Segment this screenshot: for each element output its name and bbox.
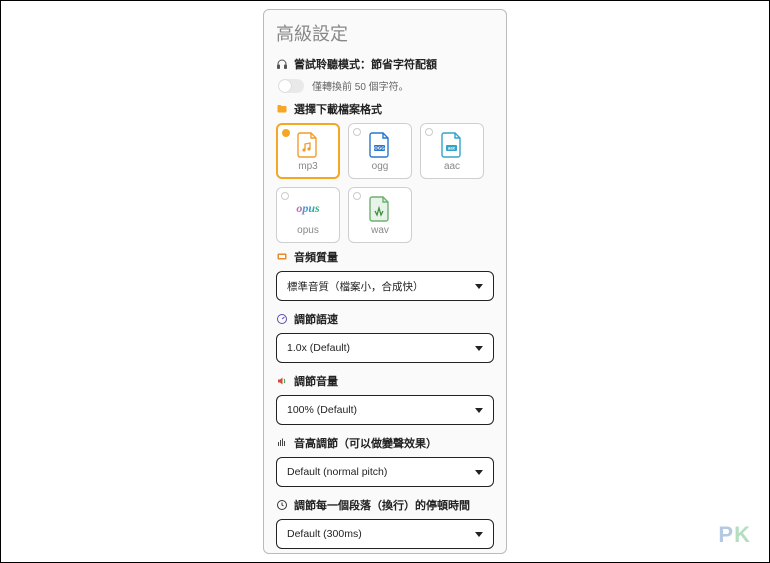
volume-row: 調節音量	[276, 373, 494, 389]
speed-row: 調節語速	[276, 311, 494, 327]
format-section-row: 選擇下載檔案格式	[276, 101, 494, 117]
volume-dropdown[interactable]: 100% (Default)	[276, 395, 494, 425]
format-label-opus: opus	[297, 225, 319, 236]
headphones-icon	[276, 58, 288, 70]
quality-label: 音頻質量	[294, 249, 338, 265]
preview-sub-row: 僅轉換前 50 個字符。	[278, 78, 494, 93]
speed-value: 1.0x (Default)	[287, 342, 350, 354]
pitch-label: 音高調節（可以做變聲效果）	[294, 435, 437, 451]
pause-label: 調節每一個段落（換行）的停頓時間	[294, 497, 470, 513]
radio-aac	[425, 128, 433, 136]
quality-icon	[276, 251, 288, 263]
quality-value: 標準音質（檔案小，合成快）	[287, 279, 424, 294]
radio-mp3	[282, 129, 290, 137]
format-grid: mp3 OGG ogg aac	[276, 123, 494, 243]
format-section-label: 選擇下載檔案格式	[294, 101, 382, 117]
mp3-file-icon	[296, 131, 320, 159]
pitch-row: 音高調節（可以做變聲效果）	[276, 435, 494, 451]
preview-toggle[interactable]	[278, 79, 304, 93]
speed-icon	[276, 313, 288, 325]
format-option-opus[interactable]: opus opus	[276, 187, 340, 243]
svg-text:OGG: OGG	[374, 145, 385, 150]
format-option-mp3[interactable]: mp3	[276, 123, 340, 179]
radio-ogg	[353, 128, 361, 136]
ogg-file-icon: OGG	[368, 131, 392, 159]
volume-icon	[276, 375, 288, 387]
panel-title: 高級設定	[276, 20, 494, 46]
watermark: PK	[718, 522, 751, 548]
radio-opus	[281, 192, 289, 200]
preview-mode-label: 嘗試聆聽模式：節省字符配額	[294, 56, 437, 72]
format-label-wav: wav	[371, 225, 389, 236]
pause-row: 調節每一個段落（換行）的停頓時間	[276, 497, 494, 513]
clock-icon	[276, 499, 288, 511]
volume-value: 100% (Default)	[287, 404, 357, 416]
format-option-ogg[interactable]: OGG ogg	[348, 123, 412, 179]
pause-value: Default (300ms)	[287, 528, 362, 540]
pause-dropdown[interactable]: Default (300ms)	[276, 519, 494, 549]
opus-file-icon: opus	[296, 195, 320, 223]
advanced-settings-panel: 高級設定 嘗試聆聽模式：節省字符配額 僅轉換前 50 個字符。 選擇下載檔案格式	[263, 9, 507, 554]
chevron-down-icon	[475, 470, 483, 475]
format-label-ogg: ogg	[372, 161, 389, 172]
pitch-value: Default (normal pitch)	[287, 466, 387, 478]
svg-text:aac: aac	[448, 145, 456, 150]
speed-label: 調節語速	[294, 311, 338, 327]
preview-sub-text: 僅轉換前 50 個字符。	[312, 78, 409, 93]
format-label-mp3: mp3	[298, 161, 317, 172]
chevron-down-icon	[475, 346, 483, 351]
wav-file-icon	[368, 195, 392, 223]
pitch-dropdown[interactable]: Default (normal pitch)	[276, 457, 494, 487]
format-option-aac[interactable]: aac aac	[420, 123, 484, 179]
folder-icon	[276, 103, 288, 115]
chevron-down-icon	[475, 284, 483, 289]
format-option-wav[interactable]: wav	[348, 187, 412, 243]
format-label-aac: aac	[444, 161, 460, 172]
chevron-down-icon	[475, 532, 483, 537]
aac-file-icon: aac	[440, 131, 464, 159]
quality-row: 音頻質量	[276, 249, 494, 265]
chevron-down-icon	[475, 408, 483, 413]
preview-mode-row: 嘗試聆聽模式：節省字符配額	[276, 56, 494, 72]
radio-wav	[353, 192, 361, 200]
speed-dropdown[interactable]: 1.0x (Default)	[276, 333, 494, 363]
volume-label: 調節音量	[294, 373, 338, 389]
quality-dropdown[interactable]: 標準音質（檔案小，合成快）	[276, 271, 494, 301]
pitch-icon	[276, 437, 288, 449]
